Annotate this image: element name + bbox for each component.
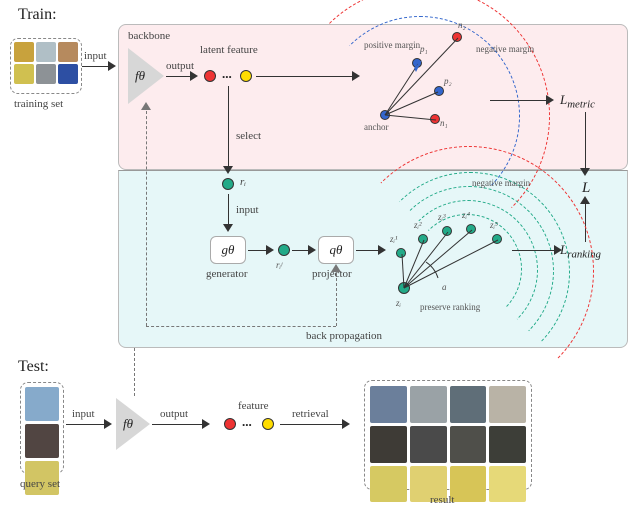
backprop-up-projector bbox=[336, 268, 337, 326]
query-set-box bbox=[20, 382, 64, 474]
train-thumb bbox=[14, 42, 34, 62]
result-thumb bbox=[489, 466, 526, 503]
generator-box: gθ bbox=[210, 236, 246, 264]
arrow-input-train-head bbox=[108, 61, 116, 71]
latent-dot-yellow bbox=[240, 70, 252, 82]
arrow-input-test-line bbox=[66, 424, 104, 425]
train-thumb bbox=[36, 42, 56, 62]
arrow-to-g-head bbox=[223, 224, 233, 232]
input-label-train: input bbox=[84, 50, 107, 62]
arrow-lmetric-down-line bbox=[585, 112, 586, 168]
arrow-to-lmetric-head bbox=[546, 95, 554, 105]
latent-dot-red bbox=[204, 70, 216, 82]
arrow-to-g-line bbox=[228, 194, 229, 224]
backprop-label: back propagation bbox=[306, 330, 382, 342]
output-label-train: output bbox=[166, 60, 194, 72]
loss-metric: Lmetric bbox=[560, 92, 595, 111]
generator-label: generator bbox=[206, 268, 248, 280]
arrow-to-q-head bbox=[308, 245, 316, 255]
backbone-shape bbox=[128, 48, 164, 104]
arrow-output-test-line bbox=[152, 424, 202, 425]
ri-dot bbox=[222, 178, 234, 190]
rij-label: rᵢʲ bbox=[276, 260, 282, 270]
train-thumb bbox=[14, 64, 34, 84]
backbone-label: backbone bbox=[128, 30, 170, 42]
result-thumb bbox=[370, 466, 407, 503]
input-label-test: input bbox=[72, 408, 95, 420]
result-thumb bbox=[489, 426, 526, 463]
ranking-rays bbox=[396, 222, 516, 296]
rij-dot bbox=[278, 244, 290, 256]
n2-label: n₂ bbox=[458, 20, 466, 30]
query-thumb bbox=[25, 424, 59, 458]
ri-label: rᵢ bbox=[240, 176, 246, 188]
alpha-label: a bbox=[442, 282, 447, 292]
arrow-to-lmetric-line bbox=[490, 100, 546, 101]
backbone-shape-test bbox=[116, 398, 150, 450]
result-thumb bbox=[450, 386, 487, 423]
dashed-train-to-test bbox=[134, 348, 135, 396]
arrow-lmetric-down-head bbox=[580, 168, 590, 176]
training-set-box bbox=[10, 38, 82, 94]
arrow-select-line bbox=[228, 86, 229, 166]
arrow-to-q-line bbox=[292, 250, 308, 251]
arrow-select-head bbox=[223, 166, 233, 174]
backprop-up-projector-head bbox=[331, 264, 341, 272]
latent-feature-label: latent feature bbox=[200, 44, 258, 56]
backprop-hline bbox=[146, 326, 336, 327]
train-thumb bbox=[58, 64, 78, 84]
arrow-output-line bbox=[166, 76, 190, 77]
train-thumb bbox=[36, 64, 56, 84]
arrow-g-out-head bbox=[266, 245, 274, 255]
result-thumb bbox=[489, 386, 526, 423]
preserve-ranking-label: preserve ranking bbox=[420, 302, 480, 312]
arrow-input-test-head bbox=[104, 419, 112, 429]
test-title: Test: bbox=[18, 358, 49, 376]
zi-label: zᵢ bbox=[396, 298, 401, 308]
feature-label: feature bbox=[238, 400, 269, 412]
arrow-output-test-head bbox=[202, 419, 210, 429]
result-thumb bbox=[370, 426, 407, 463]
output-label-test: output bbox=[160, 408, 188, 420]
arrow-output-head bbox=[190, 71, 198, 81]
f-theta-train: fθ bbox=[135, 68, 145, 84]
result-thumb bbox=[410, 426, 447, 463]
retrieval-label: retrieval bbox=[292, 408, 329, 420]
z3-label: zᵢ³ bbox=[438, 212, 446, 222]
f-theta-test: fθ bbox=[123, 416, 133, 432]
backprop-up-backbone-head bbox=[141, 102, 151, 110]
total-loss: L bbox=[582, 180, 590, 197]
query-set-label: query set bbox=[20, 478, 60, 490]
neg-margin-label: negative margin bbox=[476, 44, 534, 54]
arrow-g-out-line bbox=[248, 250, 266, 251]
select-label: select bbox=[236, 130, 261, 142]
pos-margin-label: positive margin bbox=[364, 40, 420, 50]
result-thumb bbox=[450, 466, 487, 503]
z4-label: zᵢ⁴ bbox=[462, 210, 470, 220]
neg-margin-ranking-label: negative margin bbox=[472, 178, 530, 188]
backprop-up-backbone bbox=[146, 106, 147, 326]
result-thumb bbox=[450, 426, 487, 463]
arrow-input-train-line bbox=[82, 66, 108, 67]
training-set-label: training set bbox=[14, 98, 63, 110]
arrow-lranking-up-head bbox=[580, 196, 590, 204]
train-thumb bbox=[58, 42, 78, 62]
result-thumb bbox=[370, 386, 407, 423]
feature-dot-yellow bbox=[262, 418, 274, 430]
loss-ranking: Lranking bbox=[560, 242, 601, 261]
input2-label: input bbox=[236, 204, 259, 216]
arrow-retrieval-head bbox=[342, 419, 350, 429]
train-title: Train: bbox=[18, 6, 57, 24]
feature-ellipsis: ... bbox=[242, 414, 252, 430]
arrow-retrieval-line bbox=[280, 424, 342, 425]
result-thumb bbox=[410, 386, 447, 423]
result-label: result bbox=[430, 494, 454, 506]
arrow-to-lranking-line bbox=[512, 250, 554, 251]
feature-dot-red bbox=[224, 418, 236, 430]
latent-ellipsis: ... bbox=[222, 66, 232, 82]
query-thumb bbox=[25, 387, 59, 421]
result-box bbox=[364, 380, 532, 490]
